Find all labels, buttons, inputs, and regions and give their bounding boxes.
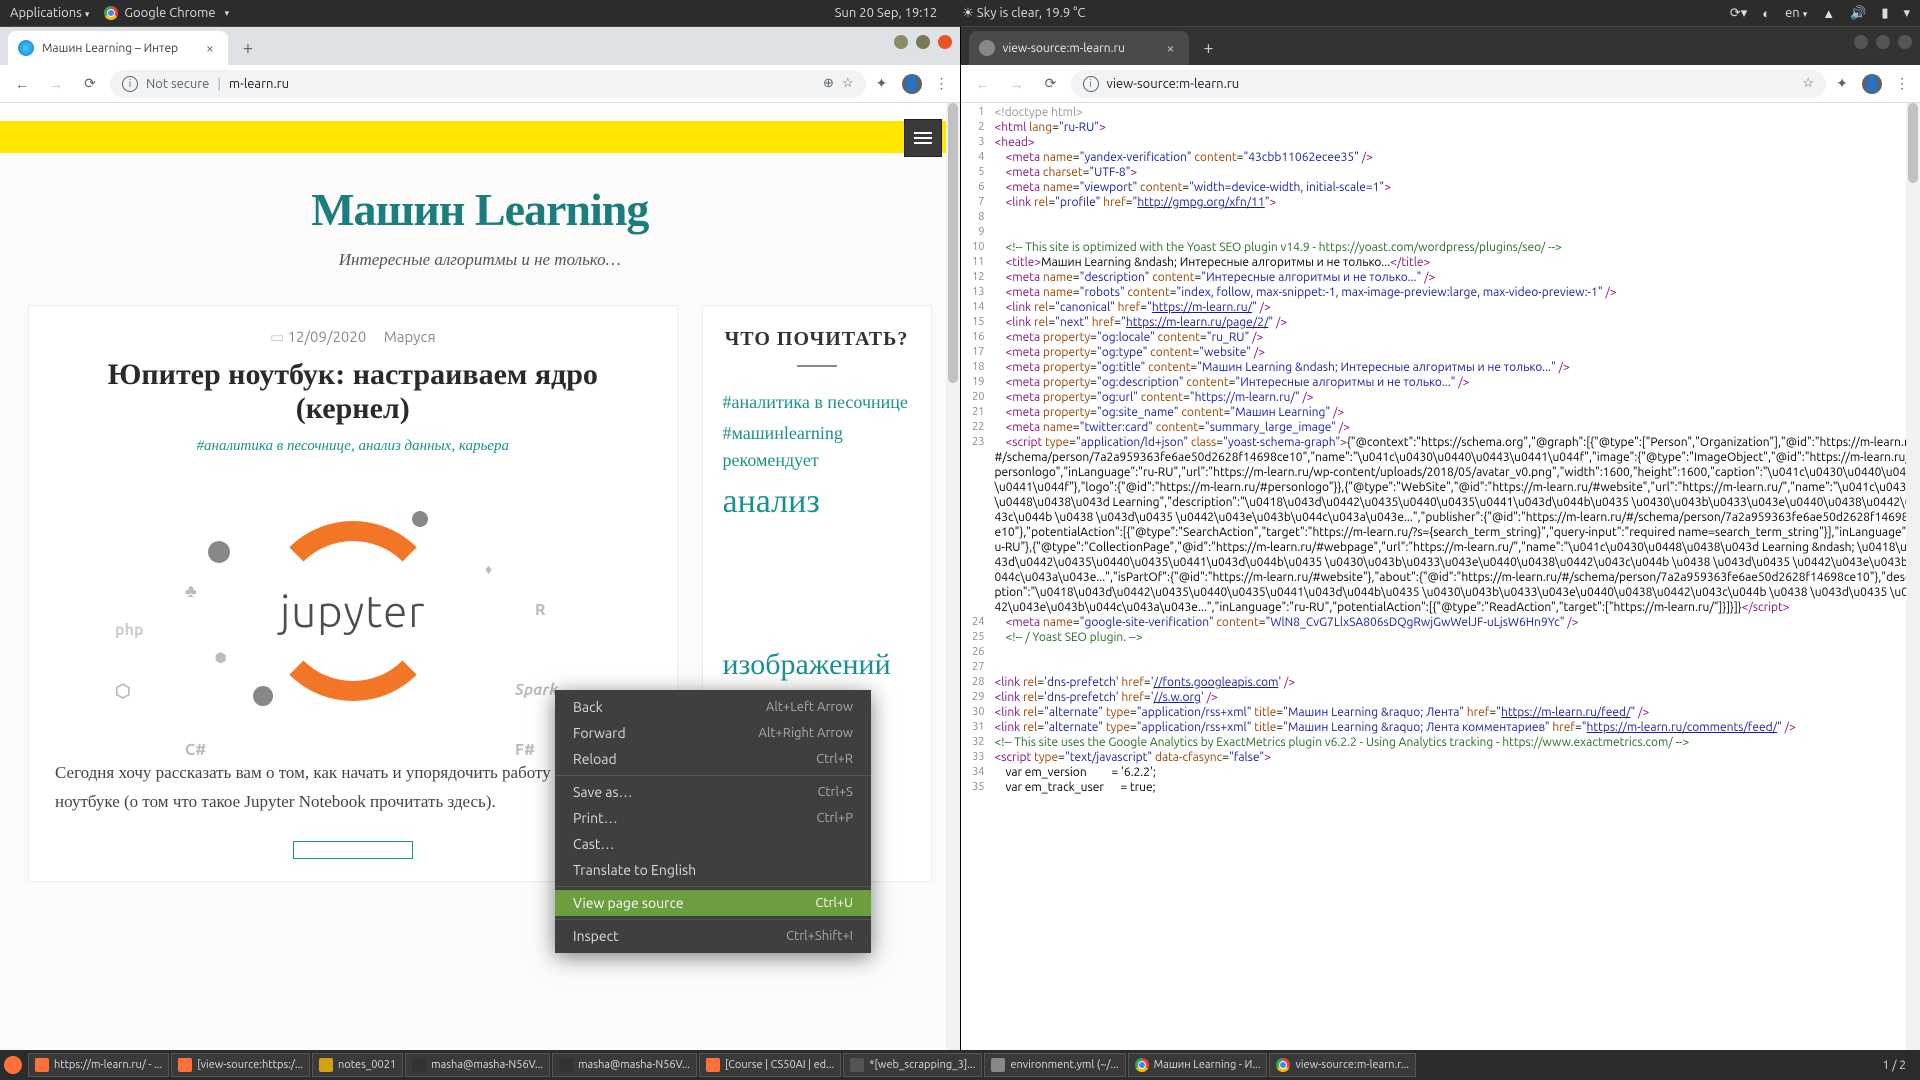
post-tags[interactable]: #аналитика в песочнице, анализ данных, к… — [197, 438, 509, 454]
header-band — [0, 121, 960, 153]
omnibox[interactable]: i Not secure | m-learn.ru ⊕ ☆ — [110, 70, 866, 98]
ctx-save-as[interactable]: Save as…Ctrl+S — [555, 779, 871, 805]
taskbar-item[interactable]: *[web_scrapping_3]... — [843, 1053, 982, 1077]
lang-indicator[interactable]: en▾ — [1785, 6, 1807, 20]
ctx-transl 6a74 te[interactable]: Translate to English — [555, 857, 871, 883]
tab-bar: view-source:m-learn.ru × + — [961, 27, 1920, 65]
site-title[interactable]: Машин Learning — [0, 183, 960, 236]
window-maximize[interactable] — [916, 35, 930, 49]
site-info-icon[interactable]: i — [1083, 76, 1099, 92]
taskbar-item[interactable]: view-source:m-learn.r... — [1269, 1053, 1416, 1077]
new-tab-button[interactable]: + — [234, 34, 262, 62]
extensions-icon[interactable]: ✦ — [1832, 74, 1852, 94]
favicon — [18, 40, 34, 56]
firefox-launcher[interactable] — [4, 1056, 22, 1074]
reload-button[interactable]: ⟳ — [1037, 70, 1065, 98]
ctx-back[interactable]: BackAlt+Left Arrow — [555, 694, 871, 720]
source-code-view[interactable]: 1<!doctype html>2<html lang="ru-RU">3<he… — [961, 103, 1920, 1050]
extensions-icon[interactable]: ✦ — [872, 74, 892, 94]
site-subtitle: Интересные алгоритмы и не только… — [0, 250, 960, 270]
favicon — [979, 40, 995, 56]
taskbar-item[interactable]: masha@masha-N56V... — [552, 1053, 697, 1077]
back-button[interactable]: ← — [969, 70, 997, 98]
reload-button[interactable]: ⟳ — [76, 70, 104, 98]
sidebar-title: ЧТО ПОЧИТАТЬ? — [723, 328, 911, 351]
profile-icon[interactable]: 👤 — [1862, 74, 1882, 94]
chrome-window-right: view-source:m-learn.ru × + ← → ⟳ i view-… — [961, 26, 1920, 1050]
updates-icon[interactable]: ⟳▾ — [1730, 6, 1747, 21]
window-close[interactable] — [938, 35, 952, 49]
sidebar-tag[interactable]: #машинlearning рекомендует — [723, 420, 911, 474]
taskbar-item[interactable]: [Course | CS50AI | ed... — [699, 1053, 841, 1077]
ctx-reload[interactable]: ReloadCtrl+R — [555, 746, 871, 772]
window-close[interactable] — [1898, 35, 1912, 49]
omnibox[interactable]: i view-source:m-learn.ru ☆ — [1071, 70, 1827, 98]
bookmark-icon[interactable]: ☆ — [842, 76, 854, 91]
ctx-view-source[interactable]: View page sourceCtrl+U — [555, 890, 871, 916]
site-info-icon[interactable]: i — [122, 76, 138, 92]
window-minimize[interactable] — [894, 35, 908, 49]
browser-tab[interactable]: Машин Learning – Интер × — [8, 31, 228, 65]
power-icon[interactable]: ▾ — [1903, 6, 1910, 21]
back-button[interactable]: ← — [8, 70, 36, 98]
not-secure-label: Not secure — [146, 77, 209, 91]
window-minimize[interactable] — [1854, 35, 1868, 49]
profile-icon[interactable]: 👤 — [902, 74, 922, 94]
ctx-cast[interactable]: Cast… — [555, 831, 871, 857]
taskbar-item[interactable]: Машин Learning - И... — [1128, 1053, 1268, 1077]
bookmark-icon[interactable]: ☆ — [1802, 76, 1814, 91]
ctx-inspect[interactable]: InspectCtrl+Shift+I — [555, 923, 871, 949]
clock[interactable]: Sun 20 Sep, 19:12 — [835, 6, 938, 20]
tab-close-icon[interactable]: × — [202, 40, 218, 56]
workspace-indicator[interactable]: 1 / 2 — [1873, 1059, 1916, 1072]
post-title[interactable]: Юпитер ноутбук: настраиваем ядро (кернел… — [55, 358, 651, 426]
network-icon[interactable]: ▲ — [1822, 6, 1835, 21]
context-menu: BackAlt+Left Arrow ForwardAlt+Right Arro… — [555, 690, 871, 953]
taskbar-item[interactable]: notes_0021 — [312, 1053, 403, 1077]
scrollbar[interactable] — [1906, 103, 1920, 1050]
ctx-forward[interactable]: ForwardAlt+Right Arrow — [555, 720, 871, 746]
post-author[interactable]: Маруся — [384, 328, 436, 345]
post-date: 12/09/2020 — [288, 328, 367, 345]
sidebar-tag[interactable]: анализ — [723, 482, 911, 523]
tray-icon[interactable]: ◐ — [1762, 6, 1770, 21]
menu-icon[interactable]: ⋮ — [932, 74, 952, 94]
tab-title: view-source:m-learn.ru — [1003, 42, 1155, 55]
sidebar-tag[interactable]: #аналитика в песочнице — [723, 389, 911, 416]
taskbar: https://m-learn.ru/ - ...[view-source:ht… — [0, 1050, 1920, 1080]
volume-icon[interactable]: 🔊 — [1850, 6, 1866, 21]
new-tab-button[interactable]: + — [1195, 34, 1223, 62]
ctx-print[interactable]: Print…Ctrl+P — [555, 805, 871, 831]
chrome-icon — [104, 6, 118, 20]
taskbar-item[interactable]: https://m-learn.ru/ - ... — [28, 1053, 169, 1077]
apps-menu[interactable]: Applications▾ — [10, 6, 89, 20]
taskbar-item[interactable]: environment.yml (~/... — [984, 1053, 1125, 1077]
scrollbar[interactable] — [946, 103, 960, 1050]
sidebar-tag[interactable]: изображений — [723, 647, 911, 683]
url-text: m-learn.ru — [229, 77, 289, 91]
address-bar: ← → ⟳ i Not secure | m-learn.ru ⊕ ☆ ✦ 👤 … — [0, 65, 960, 103]
taskbar-item[interactable]: [view-source:https:/... — [171, 1053, 310, 1077]
url-text: view-source:m-learn.ru — [1107, 77, 1240, 91]
site-menu-button[interactable] — [904, 119, 942, 157]
forward-button[interactable]: → — [1003, 70, 1031, 98]
battery-icon[interactable]: ▮ — [1881, 6, 1888, 21]
chrome-menu[interactable]: Google Chrome▾ — [104, 6, 229, 20]
tab-bar: Машин Learning – Интер × + — [0, 27, 960, 65]
forward-button[interactable]: → — [42, 70, 70, 98]
window-maximize[interactable] — [1876, 35, 1890, 49]
weather[interactable]: ☀ Sky is clear, 19.9 °C — [962, 6, 1085, 21]
browser-tab[interactable]: view-source:m-learn.ru × — [969, 31, 1189, 65]
desktop-topbar: Applications▾ Google Chrome▾ Sun 20 Sep,… — [0, 0, 1920, 26]
tab-title: Машин Learning – Интер — [42, 42, 194, 55]
tab-close-icon[interactable]: × — [1163, 40, 1179, 56]
address-bar: ← → ⟳ i view-source:m-learn.ru ☆ ✦ 👤 ⋮ — [961, 65, 1920, 103]
menu-icon[interactable]: ⋮ — [1892, 74, 1912, 94]
translate-icon[interactable]: ⊕ — [823, 76, 834, 91]
taskbar-item[interactable]: masha@masha-N56V... — [405, 1053, 550, 1077]
